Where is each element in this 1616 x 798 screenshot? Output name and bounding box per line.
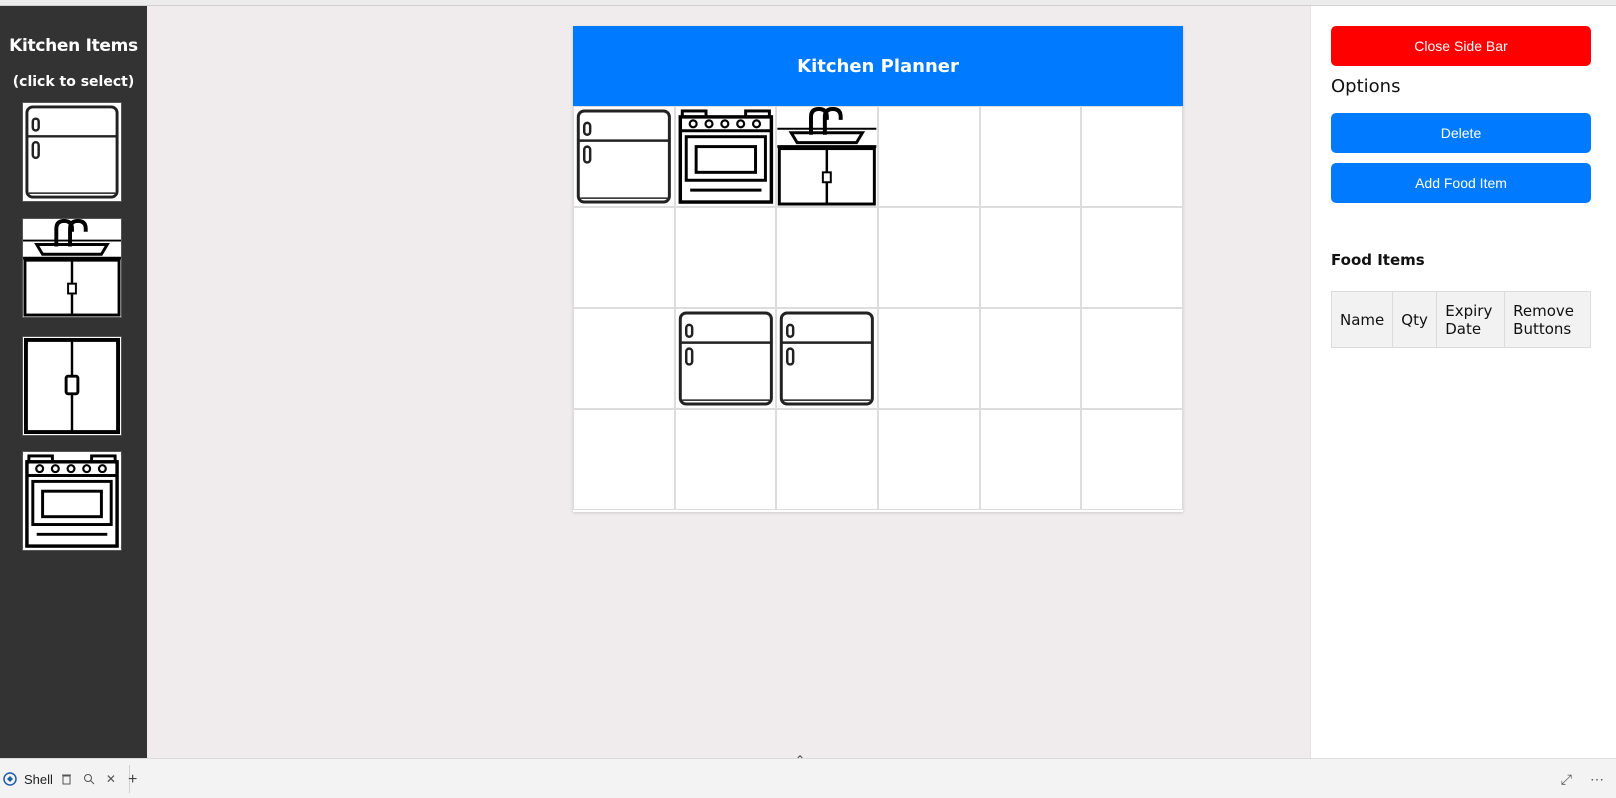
- add-tab-icon[interactable]: +: [128, 771, 137, 789]
- sink-icon: [23, 219, 121, 317]
- delete-button[interactable]: Delete: [1331, 113, 1591, 153]
- fridge-icon: [777, 309, 877, 408]
- grid-cell[interactable]: [674, 106, 777, 207]
- grid-cell[interactable]: [776, 308, 878, 409]
- food-items-table: Name Qty Expiry Date Remove Buttons: [1330, 291, 1591, 348]
- column-header-remove-buttons: Remove Buttons: [1504, 291, 1591, 348]
- kitchen-items-sidebar: Kitchen Items (click to select): [0, 6, 147, 758]
- maximize-icon[interactable]: ⤢: [1561, 771, 1572, 788]
- grid-cell[interactable]: [1081, 106, 1183, 207]
- planner-title: Kitchen Planner: [573, 26, 1183, 106]
- terminal-panel-bar: ⌃ Shell ✕ + ⤢ ⋯: [0, 753, 1616, 798]
- food-items-title: Food Items: [1331, 251, 1425, 269]
- palette-fridge[interactable]: [22, 102, 122, 202]
- close-sidebar-button[interactable]: Close Side Bar: [1331, 26, 1591, 66]
- grid-cell[interactable]: [776, 106, 878, 207]
- column-header-expiry-date: Expiry Date: [1436, 291, 1506, 348]
- stove-icon: [23, 452, 121, 550]
- grid-cell[interactable]: [573, 308, 675, 409]
- grid-cell[interactable]: [674, 409, 777, 510]
- grid-cell[interactable]: [877, 308, 980, 409]
- grid-cell[interactable]: [877, 106, 980, 207]
- options-title: Options: [1331, 76, 1401, 97]
- grid-cell[interactable]: [573, 207, 675, 308]
- grid-cell[interactable]: [979, 106, 1082, 207]
- chevron-up-icon[interactable]: ⌃: [795, 753, 805, 767]
- grid-cell[interactable]: [979, 308, 1082, 409]
- sidebar-title: Kitchen Items: [9, 36, 138, 56]
- fridge-icon: [574, 107, 674, 206]
- grid-cell[interactable]: [674, 308, 777, 409]
- search-icon[interactable]: [81, 771, 97, 787]
- grid-cell[interactable]: [573, 106, 675, 207]
- grid-cell[interactable]: [776, 409, 878, 510]
- grid-cell[interactable]: [674, 207, 777, 308]
- options-sidebar: Close Side Bar Options Delete Add Food I…: [1310, 6, 1616, 758]
- shell-icon: [2, 771, 18, 787]
- grid-cell[interactable]: [877, 207, 980, 308]
- grid-cell[interactable]: [1081, 308, 1183, 409]
- fridge-icon: [676, 309, 776, 408]
- tab-label: Shell: [24, 771, 53, 787]
- grid-cell[interactable]: [1081, 207, 1183, 308]
- add-food-item-button[interactable]: Add Food Item: [1331, 163, 1591, 203]
- fridge-icon: [23, 103, 121, 201]
- table-header-row: Name Qty Expiry Date Remove Buttons: [1330, 291, 1591, 348]
- trash-icon[interactable]: [59, 771, 75, 787]
- palette-sink[interactable]: [22, 218, 122, 318]
- kitchen-planner: Kitchen Planner: [573, 26, 1183, 512]
- cabinet-icon: [23, 337, 121, 435]
- grid-cell[interactable]: [776, 207, 878, 308]
- more-options-icon[interactable]: ⋯: [1590, 771, 1604, 788]
- grid-cell[interactable]: [1081, 409, 1183, 510]
- sink-icon: [777, 107, 877, 206]
- grid-cell[interactable]: [979, 409, 1082, 510]
- palette-stove[interactable]: [22, 451, 122, 551]
- grid-cell[interactable]: [573, 409, 675, 510]
- palette-cabinet[interactable]: [22, 336, 122, 436]
- planner-grid: [573, 106, 1183, 510]
- main-area: Kitchen Planner: [147, 6, 1310, 758]
- tab-shell[interactable]: Shell ✕: [2, 765, 130, 793]
- grid-cell[interactable]: [877, 409, 980, 510]
- column-header-name: Name: [1330, 291, 1394, 348]
- sidebar-subtitle: (click to select): [12, 74, 135, 90]
- column-header-qty: Qty: [1392, 291, 1438, 348]
- close-icon[interactable]: ✕: [103, 771, 119, 787]
- stove-icon: [676, 107, 776, 206]
- grid-cell[interactable]: [979, 207, 1082, 308]
